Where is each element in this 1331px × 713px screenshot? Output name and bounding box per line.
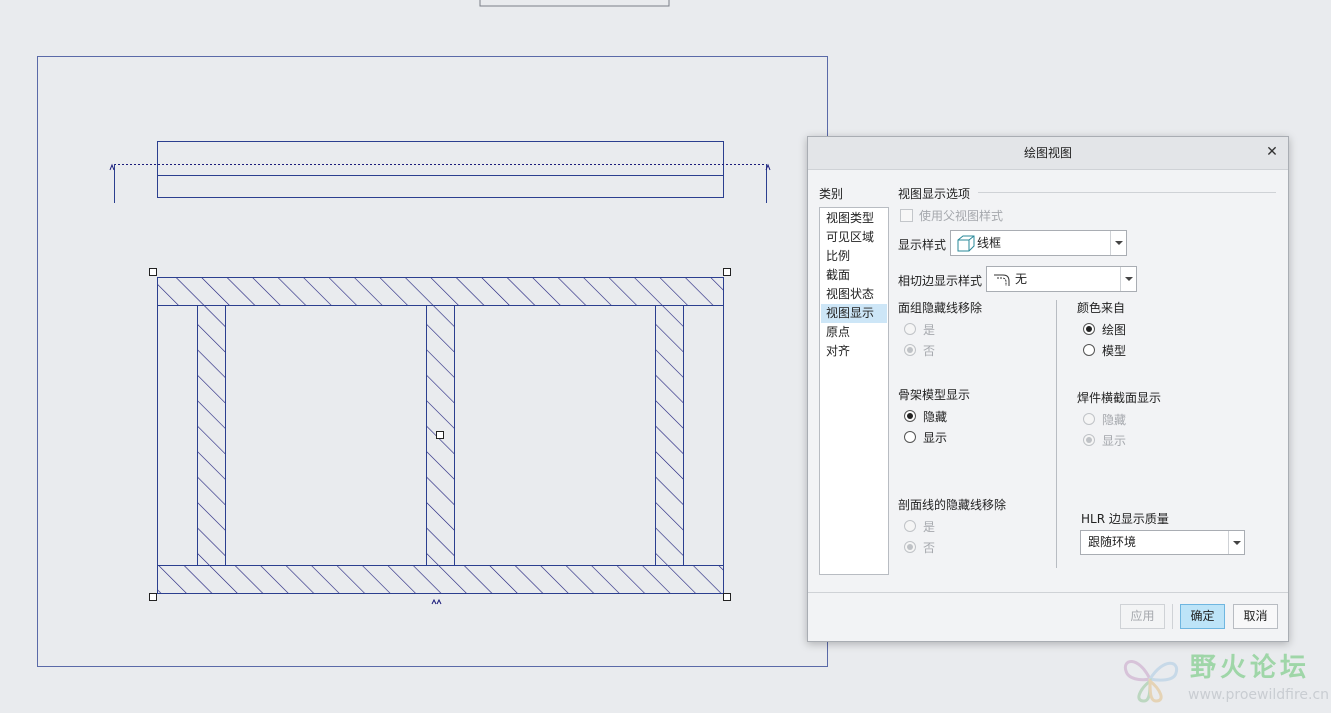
- dialog-title: 绘图视图: [1023, 146, 1072, 160]
- skeleton-label: 骨架模型显示: [898, 388, 971, 402]
- title-field-box[interactable]: [479, 0, 670, 7]
- watermark-url: www.proewildfire.cn: [1188, 687, 1330, 703]
- xhatch-hidden-no-label: 否: [923, 541, 936, 555]
- tangent-style-select[interactable]: 无: [986, 266, 1137, 292]
- display-style-value: 线框: [977, 236, 1002, 250]
- category-item-visible-area[interactable]: 可见区域: [821, 228, 887, 247]
- ok-button[interactable]: 确定: [1180, 604, 1225, 629]
- view-label-marker: [431, 598, 442, 605]
- category-item-section[interactable]: 截面: [821, 266, 887, 285]
- forum-watermark: 野火论坛 www.proewildfire.cn: [1120, 645, 1330, 711]
- weld-xsec-label: 焊件横截面显示: [1077, 391, 1162, 405]
- hlr-quality-value: 跟随环境: [1088, 535, 1137, 549]
- watermark-title: 野火论坛: [1190, 653, 1311, 683]
- skeleton-hide-label: 隐藏: [923, 410, 948, 424]
- hlr-quality-label: HLR 边显示质量: [1081, 512, 1169, 526]
- color-from-model-radio[interactable]: [1083, 344, 1095, 356]
- chevron-down-icon[interactable]: [1110, 231, 1126, 255]
- category-item-alignment[interactable]: 对齐: [821, 342, 887, 361]
- drawing-view-dialog[interactable]: 绘图视图 ✕ 类别 视图类型 可见区域 比例 截面 视图状态 视图显示 原点 对…: [807, 136, 1289, 642]
- weld-xsec-hide-label: 隐藏: [1102, 413, 1127, 427]
- quilt-hidden-label: 面组隐藏线移除: [898, 301, 983, 315]
- footer-divider: [808, 592, 1288, 593]
- category-list[interactable]: 视图类型 可见区域 比例 截面 视图状态 视图显示 原点 对齐: [819, 207, 889, 575]
- chevron-down-icon[interactable]: [1228, 531, 1244, 554]
- cancel-button[interactable]: 取消: [1233, 604, 1278, 629]
- xhatch-hidden-yes-label: 是: [923, 520, 936, 534]
- close-icon[interactable]: ✕: [1264, 144, 1280, 160]
- wireframe-cube-icon: [957, 235, 975, 252]
- skeleton-show-label: 显示: [923, 431, 948, 445]
- xhatch-hidden-yes-radio[interactable]: [904, 520, 916, 532]
- dialog-titlebar[interactable]: 绘图视图 ✕: [808, 137, 1288, 170]
- chevron-down-icon[interactable]: [1120, 267, 1136, 291]
- section-title: 视图显示选项: [898, 187, 971, 201]
- section-divider: [978, 192, 1276, 193]
- category-label: 类别: [819, 187, 844, 201]
- skeleton-hide-radio[interactable]: [904, 410, 916, 422]
- apply-button[interactable]: 应用: [1120, 604, 1165, 629]
- weld-xsec-show-radio[interactable]: [1083, 434, 1095, 446]
- category-item-scale[interactable]: 比例: [821, 247, 887, 266]
- quilt-hidden-no-label: 否: [923, 344, 936, 358]
- tangent-style-label: 相切边显示样式: [898, 274, 983, 288]
- quilt-hidden-yes-label: 是: [923, 323, 936, 337]
- color-from-model-label: 模型: [1102, 344, 1127, 358]
- category-item-origin[interactable]: 原点: [821, 323, 887, 342]
- category-item-view-type[interactable]: 视图类型: [821, 209, 887, 228]
- display-style-select[interactable]: 线框: [950, 230, 1127, 256]
- tangent-edge-icon: [994, 274, 1010, 286]
- weld-xsec-show-label: 显示: [1102, 434, 1127, 448]
- weld-xsec-hide-radio[interactable]: [1083, 413, 1095, 425]
- tangent-style-value: 无: [1015, 272, 1028, 286]
- category-item-view-display[interactable]: 视图显示: [821, 304, 887, 323]
- color-from-label: 颜色来自: [1077, 301, 1126, 315]
- use-parent-style-checkbox[interactable]: [900, 209, 913, 222]
- quilt-hidden-no-radio[interactable]: [904, 344, 916, 356]
- column-divider: [1056, 300, 1057, 568]
- color-from-drawing-label: 绘图: [1102, 323, 1127, 337]
- button-separator: [1172, 604, 1173, 629]
- xhatch-hidden-no-radio[interactable]: [904, 541, 916, 553]
- xhatch-hidden-label: 剖面线的隐藏线移除: [898, 498, 1007, 512]
- hlr-quality-select[interactable]: 跟随环境: [1080, 530, 1245, 555]
- use-parent-style-label: 使用父视图样式: [919, 209, 1004, 223]
- quilt-hidden-yes-radio[interactable]: [904, 323, 916, 335]
- butterfly-logo-icon: [1123, 660, 1179, 703]
- display-style-label: 显示样式: [898, 238, 947, 252]
- color-from-drawing-radio[interactable]: [1083, 323, 1095, 335]
- skeleton-show-radio[interactable]: [904, 431, 916, 443]
- category-item-view-state[interactable]: 视图状态: [821, 285, 887, 304]
- top-view[interactable]: [109, 141, 771, 204]
